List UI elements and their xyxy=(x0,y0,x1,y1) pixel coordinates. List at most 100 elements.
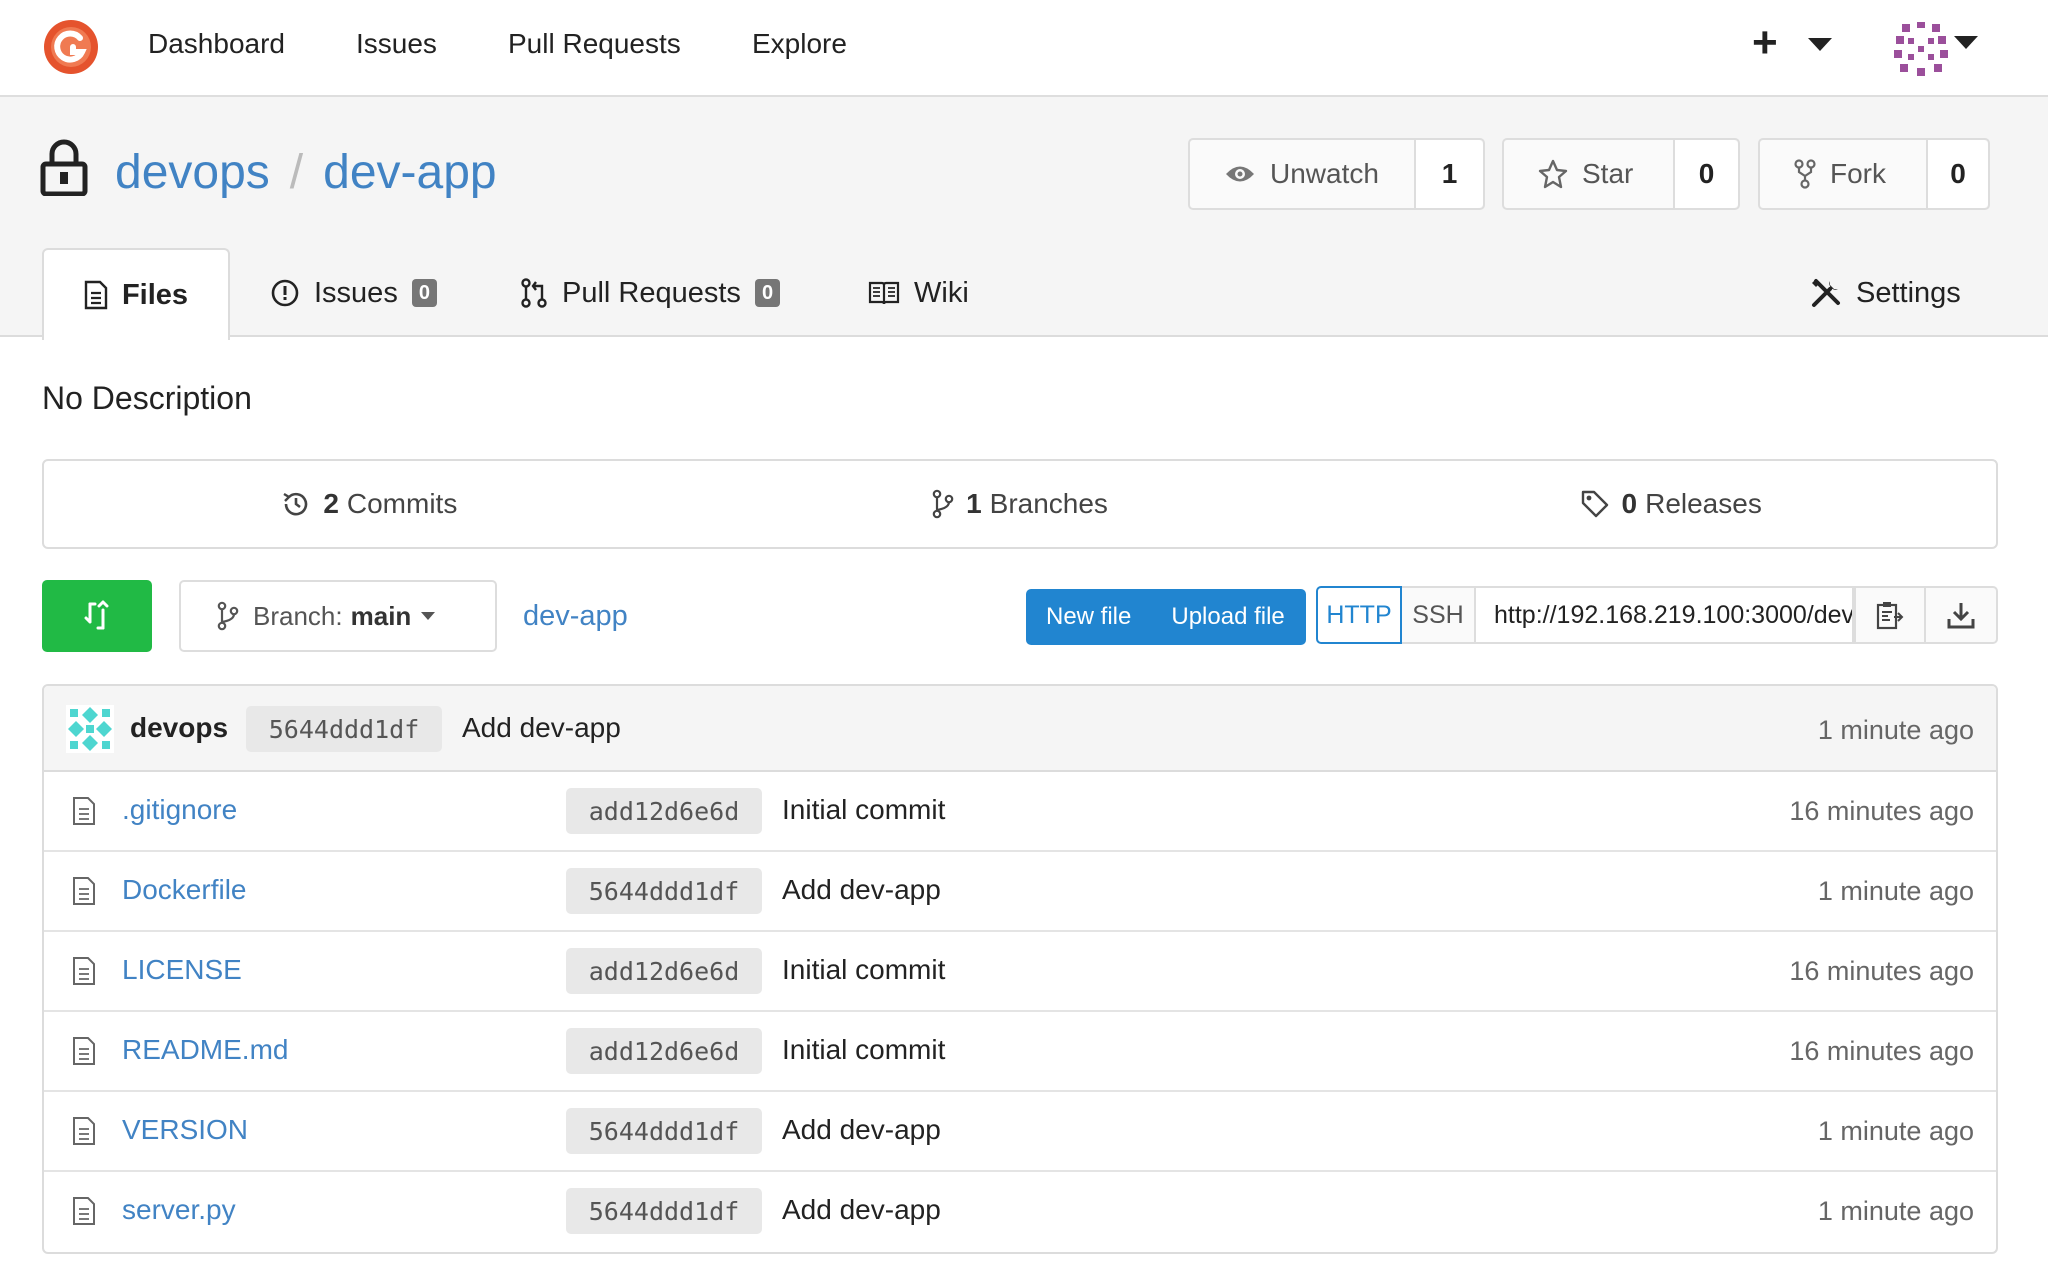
repo-description: No Description xyxy=(42,380,252,416)
tag-icon xyxy=(1581,490,1608,518)
file-actions-group: New file Upload file xyxy=(1026,589,1306,645)
file-row: server.py 5644ddd1df Add dev-app 1 minut… xyxy=(44,1172,1996,1252)
tab-issues[interactable]: Issues 0 xyxy=(270,248,437,338)
pull-requests-count-badge: 0 xyxy=(754,279,781,307)
branches-count: 1 xyxy=(966,488,982,519)
eye-icon xyxy=(1226,166,1254,182)
file-name-link[interactable]: LICENSE xyxy=(122,954,242,986)
author-avatar[interactable] xyxy=(66,705,114,753)
clipboard-icon xyxy=(1876,602,1904,630)
repo-owner-link[interactable]: devops xyxy=(115,146,270,199)
file-icon xyxy=(73,1037,95,1065)
copy-clone-url-button[interactable] xyxy=(1854,586,1926,644)
star-button[interactable]: Star xyxy=(1504,140,1675,208)
file-commit-time: 16 minutes ago xyxy=(1789,796,1974,826)
file-commit-sha[interactable]: add12d6e6d xyxy=(566,948,762,994)
tab-settings[interactable]: Settings xyxy=(1810,248,1961,338)
unwatch-label: Unwatch xyxy=(1270,158,1379,189)
tools-icon xyxy=(1812,279,1840,307)
file-commit-time: 1 minute ago xyxy=(1817,1196,1974,1226)
compare-arrows-icon xyxy=(84,600,109,630)
file-name-link[interactable]: VERSION xyxy=(122,1114,248,1146)
file-commit-message[interactable]: Initial commit xyxy=(782,794,945,826)
branch-dropdown[interactable]: Branch: main xyxy=(179,580,497,652)
new-file-button[interactable]: New file xyxy=(1026,603,1151,631)
branch-icon xyxy=(932,489,954,519)
file-name-link[interactable]: README.md xyxy=(122,1034,288,1066)
tab-wiki-label: Wiki xyxy=(914,276,969,309)
file-row: LICENSE add12d6e6d Initial commit 16 min… xyxy=(44,932,1996,1012)
unwatch-button[interactable]: Unwatch xyxy=(1190,140,1416,208)
star-icon xyxy=(1538,159,1568,189)
compare-pull-button[interactable] xyxy=(42,580,152,652)
nav-pull-requests[interactable]: Pull Requests xyxy=(508,26,681,62)
repo-title: devops / dev-app xyxy=(115,145,497,201)
fork-label: Fork xyxy=(1830,158,1886,189)
tab-files[interactable]: Files xyxy=(42,248,230,340)
branches-stat[interactable]: 1 Branches xyxy=(695,461,1346,547)
star-count[interactable]: 0 xyxy=(1675,140,1738,208)
file-name-link[interactable]: server.py xyxy=(122,1194,236,1226)
breadcrumb-repo-link[interactable]: dev-app xyxy=(523,600,628,633)
tab-pull-requests-label: Pull Requests xyxy=(562,276,741,309)
file-commit-message[interactable]: Add dev-app xyxy=(782,1194,941,1226)
tab-wiki[interactable]: Wiki xyxy=(868,248,969,338)
nav-issues[interactable]: Issues xyxy=(356,26,437,62)
tab-settings-label: Settings xyxy=(1856,276,1961,309)
file-row: README.md add12d6e6d Initial commit 16 m… xyxy=(44,1012,1996,1092)
file-text-icon xyxy=(84,280,108,310)
nav-dashboard[interactable]: Dashboard xyxy=(148,26,285,62)
latest-commit-message[interactable]: Add dev-app xyxy=(462,712,621,744)
repo-stats-bar: 2 Commits 1 Branches 0 Releases xyxy=(42,459,1998,549)
file-commit-message[interactable]: Initial commit xyxy=(782,954,945,986)
branches-label: Branches xyxy=(989,488,1108,519)
file-commit-sha[interactable]: 5644ddd1df xyxy=(566,868,762,914)
file-name-link[interactable]: Dockerfile xyxy=(122,874,246,906)
fork-button-group: Fork 0 xyxy=(1758,138,1990,210)
file-commit-message[interactable]: Add dev-app xyxy=(782,1114,941,1146)
user-avatar[interactable] xyxy=(1892,20,1950,78)
file-commit-message[interactable]: Add dev-app xyxy=(782,874,941,906)
create-dropdown-caret-icon[interactable] xyxy=(1808,38,1832,51)
user-menu-caret-icon[interactable] xyxy=(1954,36,1978,49)
star-label: Star xyxy=(1582,158,1634,189)
ssh-clone-button[interactable]: SSH xyxy=(1402,586,1476,644)
latest-commit-row: devops 5644ddd1df Add dev-app 1 minute a… xyxy=(44,686,1996,772)
tab-issues-label: Issues xyxy=(314,276,398,309)
commits-stat[interactable]: 2 Commits xyxy=(44,461,695,547)
latest-commit-time: 1 minute ago xyxy=(1817,715,1974,745)
file-icon xyxy=(73,877,95,905)
file-commit-sha[interactable]: 5644ddd1df xyxy=(566,1188,762,1234)
repo-name-link[interactable]: dev-app xyxy=(323,146,496,199)
commits-count: 2 xyxy=(323,488,339,519)
fork-count[interactable]: 0 xyxy=(1928,140,1988,208)
chevron-down-icon xyxy=(421,612,436,620)
gogs-logo-icon[interactable] xyxy=(40,16,102,78)
releases-count: 0 xyxy=(1621,488,1638,519)
file-row: .gitignore add12d6e6d Initial commit 16 … xyxy=(44,772,1996,852)
file-commit-message[interactable]: Initial commit xyxy=(782,1034,945,1066)
create-new-button[interactable]: + xyxy=(1752,18,1778,68)
clone-url-input[interactable]: http://192.168.219.100:3000/devops/dev-a… xyxy=(1476,586,1854,644)
file-commit-time: 1 minute ago xyxy=(1817,1116,1974,1146)
file-commit-time: 1 minute ago xyxy=(1817,876,1974,906)
tab-pull-requests[interactable]: Pull Requests 0 xyxy=(520,248,781,338)
book-icon xyxy=(868,281,900,305)
file-icon xyxy=(73,1117,95,1145)
watch-count[interactable]: 1 xyxy=(1416,140,1483,208)
download-button[interactable] xyxy=(1926,586,1998,644)
download-icon xyxy=(1947,603,1975,629)
upload-file-button[interactable]: Upload file xyxy=(1151,603,1304,631)
fork-button[interactable]: Fork xyxy=(1760,140,1928,208)
http-clone-button[interactable]: HTTP xyxy=(1316,586,1402,644)
latest-commit-sha[interactable]: 5644ddd1df xyxy=(246,706,442,752)
releases-stat[interactable]: 0 Releases xyxy=(1345,461,1996,547)
latest-commit-author[interactable]: devops xyxy=(130,712,228,744)
file-commit-sha[interactable]: add12d6e6d xyxy=(566,788,762,834)
nav-explore[interactable]: Explore xyxy=(752,26,847,62)
file-commit-sha[interactable]: add12d6e6d xyxy=(566,1028,762,1074)
file-commit-sha[interactable]: 5644ddd1df xyxy=(566,1108,762,1154)
file-name-link[interactable]: .gitignore xyxy=(122,794,237,826)
watch-button-group: Unwatch 1 xyxy=(1188,138,1485,210)
lock-icon xyxy=(40,139,88,196)
